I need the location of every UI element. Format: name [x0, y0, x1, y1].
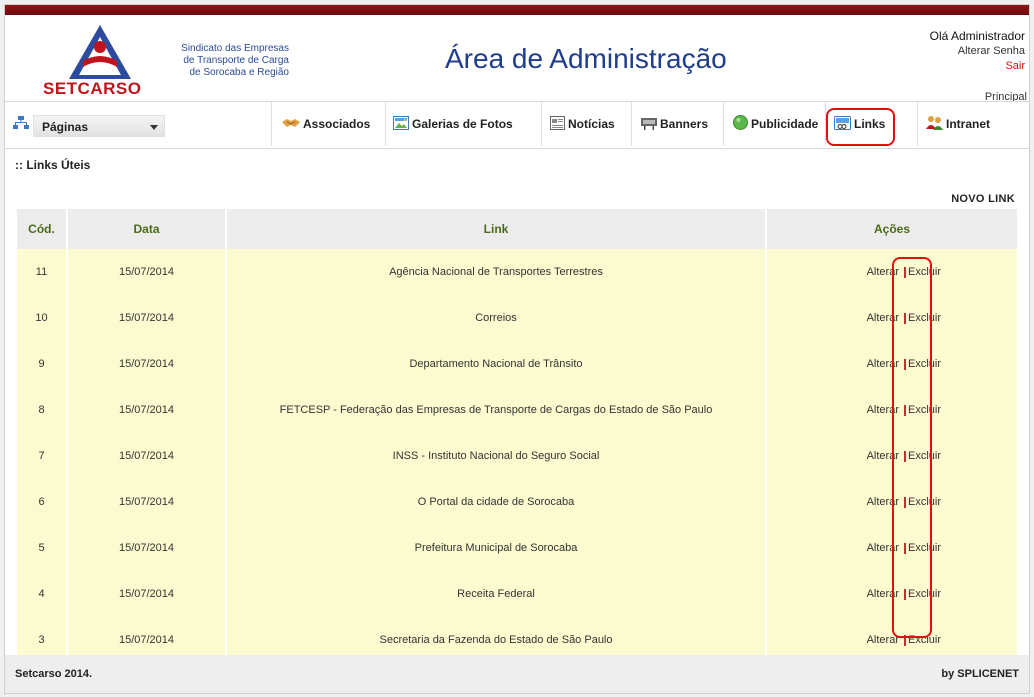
cell-code: 4: [17, 571, 68, 617]
cell-code: 5: [17, 525, 68, 571]
user-greeting: Olá Administrador: [929, 29, 1025, 43]
cell-date: 15/07/2014: [67, 295, 227, 341]
logo-sub-line: de Transporte de Carga: [183, 55, 289, 66]
column-header: Data: [67, 209, 227, 249]
table-body: 11 15/07/2014 Agência Nacional de Transpor…: [17, 249, 1019, 663]
cell-link: Agência Nacional de Transportes Terrestr…: [226, 249, 767, 295]
page-title: Área de Administração: [445, 43, 727, 74]
table-row: 9 15/07/2014 Departamento Nacional de Trân…: [17, 341, 1019, 387]
table-row: 7 15/07/2014 INSS - Instituto Nacional do …: [17, 433, 1019, 479]
cell-code: 11: [17, 249, 68, 295]
table-row: 8 15/07/2014 FETCESP - Federação das Empre…: [17, 387, 1019, 433]
nav-item-label: Banners: [660, 117, 709, 131]
logo-name: SETCARSO: [43, 79, 142, 98]
user-box: Olá Administrador Alterar Senha Sair: [930, 29, 1025, 74]
footer: Setcarso 2014. by SPLICENET: [5, 655, 1029, 693]
table-row: 11 15/07/2014 Agência Nacional de Transpor…: [17, 249, 1019, 295]
cell-link: Receita Federal: [226, 571, 767, 617]
nav-item-publicidade[interactable]: Publicidade: [723, 102, 825, 146]
banner-icon: [641, 116, 657, 133]
cell-link: Correios: [226, 295, 767, 341]
column-header: Link: [226, 209, 767, 249]
news-icon: [550, 115, 565, 133]
photo-gallery-icon: [393, 115, 409, 133]
logo-sub-line: de Sorocaba e Região: [189, 67, 289, 78]
cell-code: 8: [17, 387, 68, 433]
nav-item-intranet[interactable]: Intranet: [917, 102, 1031, 146]
nav-item-noticias[interactable]: Notícias: [541, 102, 631, 146]
users-icon: [926, 115, 943, 133]
links-table: Cód. Data Link Ações 11 15/07/2014 Agência…: [17, 209, 1019, 663]
nav-item-label: Associados: [303, 117, 371, 131]
nav-item-label: Notícias: [568, 117, 615, 131]
cell-date: 15/07/2014: [67, 571, 227, 617]
page-frame: SETCARSO Sindicato das Empresas de Trans…: [4, 4, 1030, 694]
cell-date: 15/07/2014: [67, 525, 227, 571]
pages-select[interactable]: Páginas: [33, 115, 165, 137]
delete-highlight-ring: [892, 257, 932, 638]
cell-link: FETCESP - Federação das Empresas de Tran…: [226, 387, 767, 433]
cell-link: O Portal da cidade de Sorocaba: [226, 479, 767, 525]
nav-item-label: Intranet: [946, 117, 991, 131]
cell-link: Departamento Nacional de Trânsito: [226, 341, 767, 387]
logo-subtitle: Sindicato das Empresas de Transporte de …: [139, 43, 289, 79]
footer-credit: by SPLICENET: [941, 668, 1019, 680]
cell-code: 6: [17, 479, 68, 525]
footer-copyright: Setcarso 2014.: [15, 668, 93, 680]
cell-code: 9: [17, 341, 68, 387]
cell-date: 15/07/2014: [67, 341, 227, 387]
section-title: :: Links Úteis: [15, 158, 91, 172]
table-row: 6 15/07/2014 O Portal da cidade de Sorocab…: [17, 479, 1019, 525]
column-header: Cód.: [17, 209, 68, 249]
nav-item-label: Publicidade: [751, 117, 819, 131]
table-row: 4 15/07/2014 Receita Federal Alterar Excluir: [17, 571, 1019, 617]
header: SETCARSO Sindicato das Empresas de Trans…: [5, 15, 1029, 103]
top-bar: [5, 5, 1029, 15]
logout-link[interactable]: Sair: [930, 59, 1025, 74]
logo-mark-icon: [69, 25, 131, 79]
cell-link: INSS - Instituto Nacional do Seguro Soci…: [226, 433, 767, 479]
new-link-button[interactable]: NOVO LINK: [951, 193, 1015, 205]
cell-date: 15/07/2014: [67, 433, 227, 479]
column-header: Ações: [766, 209, 1019, 249]
sitemap-icon: [13, 116, 29, 129]
table-row: 5 15/07/2014 Prefeitura Municipal de Soroc…: [17, 525, 1019, 571]
change-password-link[interactable]: Alterar Senha: [930, 44, 1025, 59]
links-highlight-ring: [826, 108, 895, 146]
nav-item-label: Galerias de Fotos: [412, 117, 513, 131]
table-header-row: Cód. Data Link Ações: [17, 209, 1019, 249]
nav-item-galerias[interactable]: Galerias de Fotos: [385, 102, 541, 146]
nav-item-associados[interactable]: Associados: [271, 102, 385, 146]
cell-code: 10: [17, 295, 68, 341]
cell-date: 15/07/2014: [67, 387, 227, 433]
chevron-down-icon: [150, 125, 158, 130]
cell-link: Prefeitura Municipal de Sorocaba: [226, 525, 767, 571]
handshake-icon: [282, 117, 300, 132]
logo-sub-line: Sindicato das Empresas: [181, 43, 289, 54]
cell-code: 7: [17, 433, 68, 479]
green-circle-icon: [733, 115, 748, 133]
cell-date: 15/07/2014: [67, 479, 227, 525]
nav-item-banners[interactable]: Banners: [631, 102, 723, 146]
logo[interactable]: SETCARSO Sindicato das Empresas de Trans…: [43, 23, 289, 103]
cell-date: 15/07/2014: [67, 249, 227, 295]
pages-select-value: Páginas: [42, 120, 89, 134]
table-row: 10 15/07/2014 Correios Alterar Excluir: [17, 295, 1019, 341]
